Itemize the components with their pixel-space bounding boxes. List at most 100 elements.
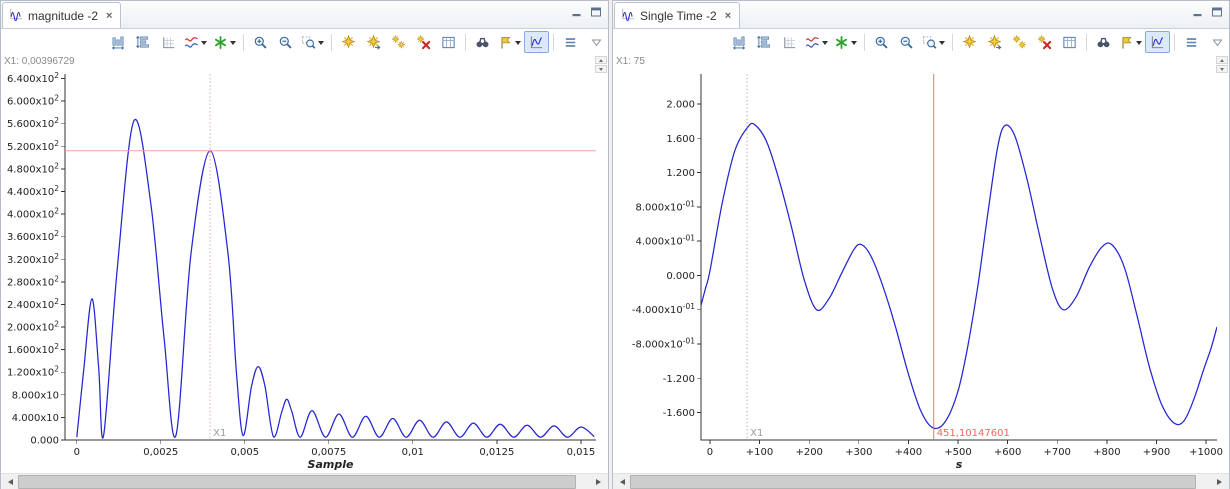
view-single-time: Single Time -2 × X1: 75 2.000 1.600 1.200 8… [612,0,1230,489]
search-button[interactable] [1091,31,1116,53]
series-format-button[interactable] [181,31,210,53]
toolbar-separator [1086,33,1087,51]
cursor-readout: X1: 75 [616,56,645,67]
x-tick-label: 0,0125 [479,447,514,458]
minimize-view-button[interactable] [1190,5,1206,19]
view-toolbar [613,29,1229,55]
x-tick-label: 0,01 [402,447,424,458]
dropdown-arrow-icon[interactable] [939,41,945,48]
axis-settings-button[interactable] [777,31,802,53]
close-icon[interactable]: × [106,10,112,22]
scrollbar-thumb[interactable] [630,475,1197,489]
zoom-out-button[interactable] [894,31,919,53]
dropdown-arrow-icon[interactable] [318,41,324,48]
dropdown-arrow-icon[interactable] [1136,41,1142,48]
y-tick-label: 6.000x102 [7,94,59,108]
dropdown-arrow-icon[interactable] [230,41,236,48]
go-to-marker-button[interactable] [1116,31,1145,53]
maximize-view-button[interactable] [1209,5,1225,19]
series-format-button[interactable] [802,31,831,53]
show-data-table-button[interactable] [436,31,461,53]
chart-canvas[interactable]: 2.000 1.600 1.200 8.000x10-01 4.000x10-01 0.0… [613,68,1229,473]
adjust-time-axis-button[interactable] [106,31,131,53]
add-cursor-button[interactable] [336,31,361,53]
y-tick-label: 5.200x102 [7,139,59,153]
y-tick-label: 8.000x10-01 [635,199,695,213]
toggle-crosshair-button[interactable] [1145,31,1170,53]
search-button[interactable] [470,31,495,53]
waveform-icon [9,7,24,24]
x-tick-label: +1000 [1189,447,1223,458]
adjust-value-axis-button[interactable] [131,31,156,53]
toolbar-separator [243,33,244,51]
dropdown-arrow-icon[interactable] [822,41,828,48]
dropdown-arrow-icon[interactable] [851,41,857,48]
zoom-selection-button[interactable] [298,31,327,53]
tab-bar: magnitude -2 × [1,1,608,29]
view-menu-button[interactable] [591,38,602,47]
dropdown-arrow-icon[interactable] [201,41,207,48]
axis-settings-button[interactable] [156,31,181,53]
scrollbar-track[interactable] [17,474,592,489]
scroll-up-button[interactable] [1216,56,1228,64]
x-tick-label: +500 [944,447,971,458]
scroll-left-button[interactable] [1,474,17,489]
zoom-in-button[interactable] [248,31,273,53]
zoom-selection-button[interactable] [919,31,948,53]
go-to-marker-button[interactable] [495,31,524,53]
remove-cursors-button[interactable] [1032,31,1057,53]
remove-cursors-button[interactable] [411,31,436,53]
show-legend-button[interactable] [1179,31,1204,53]
scroll-down-button[interactable] [595,65,607,73]
add-series-button[interactable] [210,31,239,53]
x-tick-label: +700 [1043,447,1070,458]
show-data-table-button[interactable] [1057,31,1082,53]
add-series-button[interactable] [831,31,860,53]
scroll-left-button[interactable] [613,474,629,489]
cursor-label: 451,10147601 [937,428,1010,439]
cursor-label: X1 [213,428,226,439]
scrollbar-track[interactable] [629,474,1213,489]
toggle-crosshair-button[interactable] [524,31,549,53]
maximize-view-button[interactable] [588,5,604,19]
x-tick-label: 0 [707,447,713,458]
y-tick-label: 8.000x10 [12,390,59,401]
dropdown-arrow-icon[interactable] [515,41,521,48]
waveform-icon [621,7,636,24]
move-cursor-button[interactable] [982,31,1007,53]
workbench: magnitude -2 × X1: 0,00396729 6.400x102 6… [0,0,1230,489]
y-tick-label: 2.000x102 [7,320,59,334]
y-tick-label: 4.800x102 [7,161,59,175]
zoom-out-button[interactable] [273,31,298,53]
minimize-view-button[interactable] [569,5,585,19]
couple-cursors-button[interactable] [1007,31,1032,53]
y-tick-label: 2.000 [666,100,695,111]
view-toolbar [1,29,608,55]
adjust-time-axis-button[interactable] [727,31,752,53]
scroll-down-button[interactable] [1216,65,1228,73]
add-cursor-button[interactable] [957,31,982,53]
x-axis-title: s [956,458,963,471]
y-tick-label: -1.600 [663,408,695,419]
scroll-up-button[interactable] [595,56,607,64]
move-cursor-button[interactable] [361,31,386,53]
close-icon[interactable]: × [725,10,731,22]
y-tick-label: 4.400x102 [7,184,59,198]
adjust-value-axis-button[interactable] [752,31,777,53]
couple-cursors-button[interactable] [386,31,411,53]
cursor-label: X1 [750,428,763,439]
chart-canvas[interactable]: 6.400x102 6.000x102 5.600x102 5.200x102 4.80… [1,68,608,473]
view-menu-button[interactable] [1212,38,1223,47]
vertical-scrollbar [1216,56,1228,73]
x-tick-label: +400 [895,447,922,458]
x-tick-label: 0,0025 [143,447,178,458]
scrollbar-thumb[interactable] [18,475,576,489]
tab-single-time[interactable]: Single Time -2 × [614,2,741,28]
scroll-right-button[interactable] [1213,474,1229,489]
show-legend-button[interactable] [558,31,583,53]
scroll-right-button[interactable] [592,474,608,489]
y-tick-label: 1.200x102 [7,365,59,379]
y-tick-label: 3.600x102 [7,229,59,243]
zoom-in-button[interactable] [869,31,894,53]
tab-magnitude[interactable]: magnitude -2 × [2,2,122,28]
